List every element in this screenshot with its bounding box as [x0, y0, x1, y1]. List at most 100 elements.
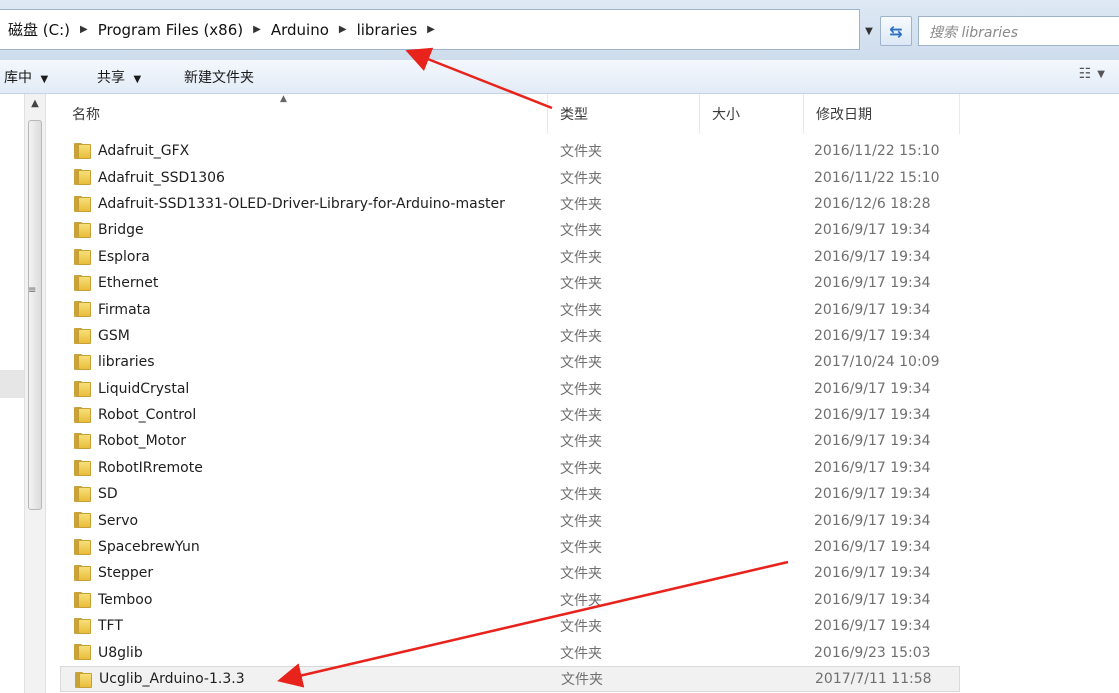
file-row[interactable]: Robot_Control 文件夹 2016/9/17 19:34	[60, 402, 960, 428]
file-name: Stepper	[98, 565, 154, 582]
file-type: 文件夹	[560, 170, 602, 187]
file-type: 文件夹	[560, 196, 602, 213]
file-row[interactable]: Ethernet 文件夹 2016/9/17 19:34	[60, 270, 960, 296]
scroll-up-icon[interactable]: ▲	[25, 94, 45, 112]
folder-icon	[74, 618, 92, 635]
column-header-name[interactable]: 名称	[60, 94, 548, 134]
folder-icon	[74, 591, 92, 608]
file-modified-date: 2016/12/6 18:28	[814, 195, 931, 212]
address-bar: 磁盘 (C:) ▶ Program Files (x86) ▶ Arduino …	[0, 0, 1119, 60]
file-type: 文件夹	[560, 540, 602, 557]
folder-icon	[74, 354, 92, 371]
file-modified-date: 2017/7/11 11:58	[815, 671, 932, 687]
new-folder-button[interactable]: 新建文件夹	[184, 67, 254, 87]
column-header-type[interactable]: 类型	[548, 94, 700, 134]
file-name: Ucglib_Arduino-1.3.3	[99, 671, 245, 687]
scrollbar-thumb[interactable]	[28, 120, 42, 510]
file-row[interactable]: Servo 文件夹 2016/9/17 19:34	[60, 507, 960, 533]
column-header-date[interactable]: 修改日期	[804, 94, 960, 134]
column-header-size-label: 大小	[712, 107, 740, 123]
file-modified-date: 2016/9/17 19:34	[814, 591, 931, 608]
file-type: 文件夹	[560, 223, 602, 240]
folder-icon	[74, 512, 92, 529]
file-modified-date: 2016/9/17 19:34	[814, 433, 931, 450]
file-row[interactable]: U8glib 文件夹 2016/9/23 15:03	[60, 639, 960, 665]
file-name: RobotIRremote	[98, 459, 203, 476]
file-row[interactable]: Adafruit_GFX 文件夹 2016/11/22 15:10	[60, 138, 960, 164]
file-type: 文件夹	[560, 619, 602, 636]
breadcrumb-item[interactable]: 磁盘 (C:)	[4, 19, 74, 40]
column-header-size[interactable]: 大小	[700, 94, 804, 134]
breadcrumb-item[interactable]: Arduino	[267, 21, 333, 39]
file-row[interactable]: Esplora 文件夹 2016/9/17 19:34	[60, 244, 960, 270]
file-row[interactable]: Adafruit-SSD1331-OLED-Driver-Library-for…	[60, 191, 960, 217]
breadcrumb-item[interactable]: libraries	[353, 21, 422, 39]
share-button[interactable]: 共享 ▼	[97, 67, 141, 87]
file-modified-date: 2016/9/17 19:34	[814, 380, 931, 397]
file-name: TFT	[98, 618, 123, 635]
view-details-icon: ☷	[1078, 66, 1092, 82]
folder-icon	[74, 433, 92, 450]
file-modified-date: 2016/9/17 19:34	[814, 618, 931, 635]
search-input[interactable]: 搜索 libraries	[918, 16, 1119, 46]
folder-icon	[75, 671, 93, 688]
folder-icon	[74, 143, 92, 159]
breadcrumb-separator-icon[interactable]: ▶	[333, 24, 353, 35]
column-header-name-label: 名称	[72, 107, 100, 123]
file-row[interactable]: Bridge 文件夹 2016/9/17 19:34	[60, 217, 960, 243]
file-type: 文件夹	[561, 672, 603, 688]
file-modified-date: 2016/11/22 15:10	[814, 169, 940, 186]
folder-icon	[74, 565, 92, 582]
file-modified-date: 2016/9/17 19:34	[814, 301, 931, 318]
file-row[interactable]: Robot_Motor 文件夹 2016/9/17 19:34	[60, 428, 960, 454]
file-name: U8glib	[98, 644, 143, 661]
file-type: 文件夹	[560, 276, 602, 293]
file-row[interactable]: Ucglib_Arduino-1.3.3 文件夹 2017/7/11 11:58	[60, 665, 960, 693]
file-row[interactable]: Temboo 文件夹 2016/9/17 19:34	[60, 587, 960, 613]
file-type: 文件夹	[560, 355, 602, 372]
file-row[interactable]: libraries 文件夹 2017/10/24 10:09	[60, 349, 960, 375]
folder-icon	[74, 301, 92, 318]
file-name: Adafruit-SSD1331-OLED-Driver-Library-for…	[98, 195, 505, 212]
address-dropdown-icon[interactable]: ▼	[860, 14, 878, 48]
nav-pane-selected-item[interactable]	[0, 370, 24, 398]
file-row[interactable]: Firmata 文件夹 2016/9/17 19:34	[60, 296, 960, 322]
file-row[interactable]: SpacebrewYun 文件夹 2016/9/17 19:34	[60, 534, 960, 560]
refresh-icon: ⇆	[889, 21, 903, 41]
command-toolbar: 库中 ▼ 共享 ▼ 新建文件夹 ☷ ▼	[0, 60, 1119, 94]
file-modified-date: 2016/9/17 19:34	[814, 275, 931, 292]
breadcrumb-separator-icon[interactable]: ▶	[421, 24, 441, 35]
folder-icon	[74, 195, 92, 212]
breadcrumb-separator-icon[interactable]: ▶	[247, 24, 267, 35]
refresh-button[interactable]: ⇆	[880, 16, 912, 46]
file-row[interactable]: TFT 文件夹 2016/9/17 19:34	[60, 613, 960, 639]
file-modified-date: 2016/9/17 19:34	[814, 565, 931, 582]
file-modified-date: 2016/9/17 19:34	[814, 512, 931, 529]
new-folder-label: 新建文件夹	[184, 69, 254, 86]
file-row[interactable]: Stepper 文件夹 2016/9/17 19:34	[60, 560, 960, 586]
breadcrumb[interactable]: 磁盘 (C:) ▶ Program Files (x86) ▶ Arduino …	[0, 9, 860, 50]
file-name: Ethernet	[98, 275, 159, 292]
file-type: 文件夹	[560, 408, 602, 425]
folder-icon	[74, 406, 92, 423]
column-header-type-label: 类型	[560, 107, 588, 123]
file-row[interactable]: LiquidCrystal 文件夹 2016/9/17 19:34	[60, 376, 960, 402]
file-type: 文件夹	[560, 513, 602, 530]
nav-pane-scrollbar[interactable]: ▲ ≡	[24, 94, 46, 693]
file-type: 文件夹	[560, 566, 602, 583]
file-type: 文件夹	[560, 487, 602, 504]
include-in-library-button[interactable]: 库中 ▼	[4, 67, 48, 87]
file-modified-date: 2016/9/17 19:34	[814, 539, 931, 556]
breadcrumb-item[interactable]: Program Files (x86)	[94, 21, 247, 39]
breadcrumb-separator-icon[interactable]: ▶	[74, 24, 94, 35]
change-view-button[interactable]: ☷ ▼	[1079, 66, 1105, 82]
share-label: 共享	[97, 69, 125, 86]
file-row[interactable]: SD 文件夹 2016/9/17 19:34	[60, 481, 960, 507]
scrollbar-grip-icon: ≡	[28, 285, 37, 296]
file-row[interactable]: GSM 文件夹 2016/9/17 19:34	[60, 323, 960, 349]
file-name: Robot_Control	[98, 407, 197, 424]
file-type: 文件夹	[560, 302, 602, 319]
file-row[interactable]: RobotIRremote 文件夹 2016/9/17 19:34	[60, 455, 960, 481]
chevron-down-icon: ▼	[1097, 68, 1105, 80]
file-row[interactable]: Adafruit_SSD1306 文件夹 2016/11/22 15:10	[60, 164, 960, 190]
